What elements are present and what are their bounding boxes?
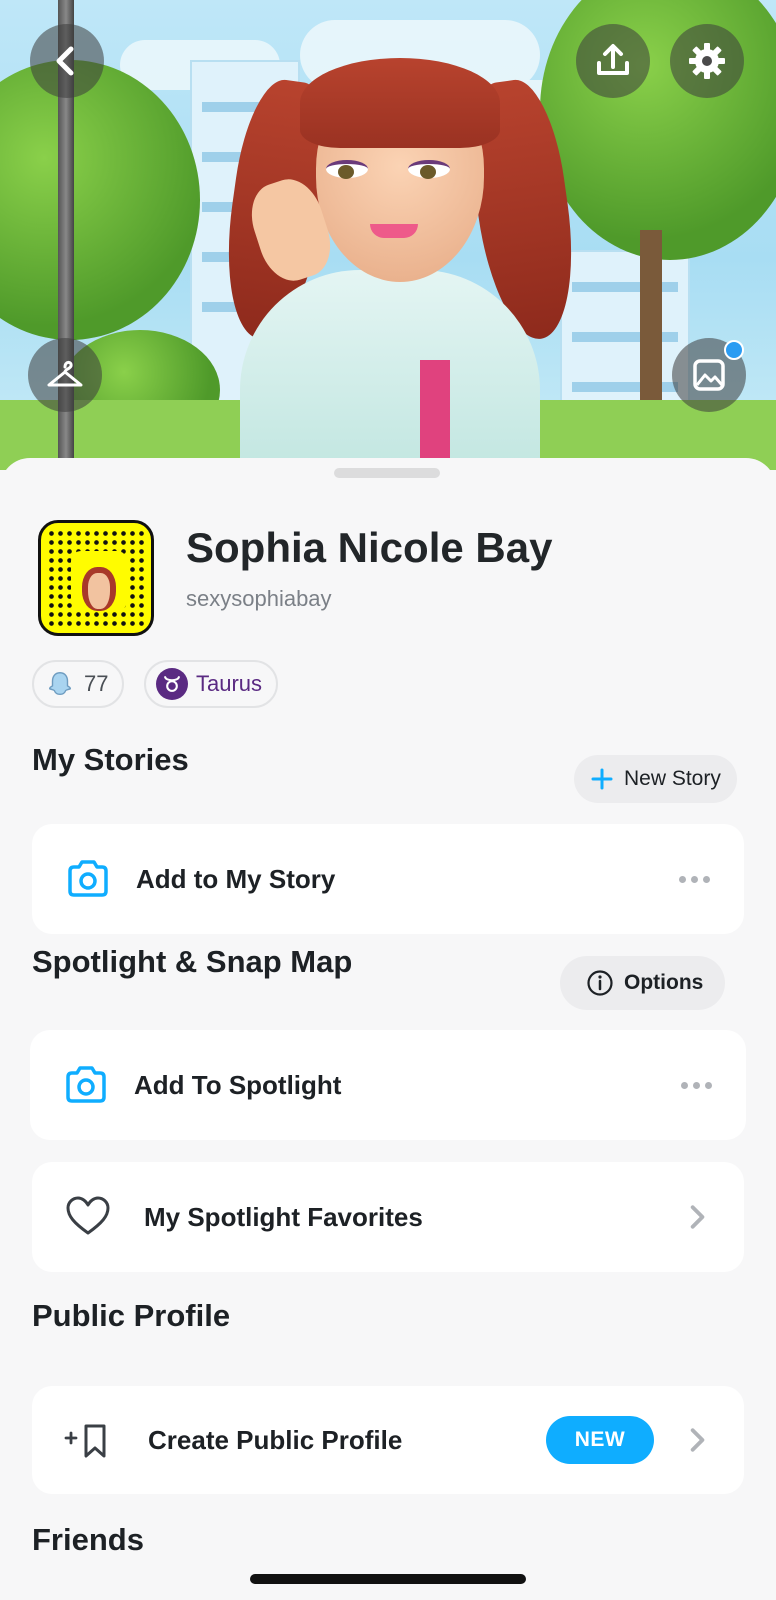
camera-icon xyxy=(66,1066,106,1103)
public-profile-title: Public Profile xyxy=(32,1298,231,1333)
more-options-icon[interactable] xyxy=(681,1081,712,1089)
bitmoji-header-scene xyxy=(0,0,776,470)
spotlight-favorites-label: My Spotlight Favorites xyxy=(144,1201,423,1232)
taurus-icon xyxy=(156,668,188,700)
home-indicator[interactable] xyxy=(250,1574,526,1584)
spotlight-favorites-card[interactable]: My Spotlight Favorites xyxy=(32,1162,744,1272)
my-stories-title: My Stories xyxy=(32,742,189,777)
bitmoji-avatar xyxy=(0,0,776,470)
add-to-my-story-card[interactable]: Add to My Story xyxy=(32,824,744,934)
share-button[interactable] xyxy=(576,24,650,98)
display-name: Sophia Nicole Bay xyxy=(186,524,553,571)
heart-icon xyxy=(66,1196,110,1235)
new-story-label: New Story xyxy=(624,767,721,790)
spotlight-options-button[interactable]: Options xyxy=(560,956,726,1010)
snap-score: 77 xyxy=(84,671,109,696)
image-icon xyxy=(693,359,725,391)
add-to-spotlight-card[interactable]: Add To Spotlight xyxy=(30,1030,746,1140)
plus-icon xyxy=(591,768,613,790)
profile-sheet: Sophia Nicole Bay sexysophiabay 77 Tauru… xyxy=(0,458,776,1600)
friends-title: Friends xyxy=(32,1522,144,1557)
username: sexysophiabay xyxy=(186,586,332,611)
info-icon xyxy=(587,970,613,996)
chevron-left-icon xyxy=(56,46,74,76)
new-story-button[interactable]: New Story xyxy=(574,755,737,803)
snap-score-chip[interactable]: 77 xyxy=(32,660,125,708)
camera-icon xyxy=(68,860,108,897)
settings-button[interactable] xyxy=(670,24,744,98)
options-label: Options xyxy=(624,971,704,994)
notification-dot xyxy=(724,340,744,360)
gear-icon xyxy=(689,43,725,79)
create-public-profile-label: Create Public Profile xyxy=(148,1424,403,1455)
bitmoji-background-button[interactable] xyxy=(672,338,746,412)
hanger-icon xyxy=(47,360,83,387)
back-button[interactable] xyxy=(30,24,104,98)
add-bookmark-icon xyxy=(64,1424,106,1458)
ghost-icon xyxy=(44,668,76,700)
snapcode[interactable] xyxy=(38,520,154,636)
spotlight-title: Spotlight & Snap Map xyxy=(32,944,353,979)
chevron-right-icon xyxy=(690,1428,705,1452)
chevron-right-icon xyxy=(690,1205,705,1229)
add-to-spotlight-label: Add To Spotlight xyxy=(134,1069,342,1100)
sheet-grabber[interactable] xyxy=(334,468,440,478)
add-to-my-story-label: Add to My Story xyxy=(136,863,336,894)
wardrobe-button[interactable] xyxy=(28,338,102,412)
share-upload-icon xyxy=(597,44,629,75)
create-public-profile-card[interactable]: Create Public Profile NEW xyxy=(32,1386,744,1494)
new-badge: NEW xyxy=(546,1416,654,1464)
zodiac-chip[interactable]: Taurus xyxy=(144,660,279,708)
zodiac-label: Taurus xyxy=(196,671,263,696)
snapcode-bitmoji xyxy=(82,567,116,611)
more-options-icon[interactable] xyxy=(679,875,710,883)
